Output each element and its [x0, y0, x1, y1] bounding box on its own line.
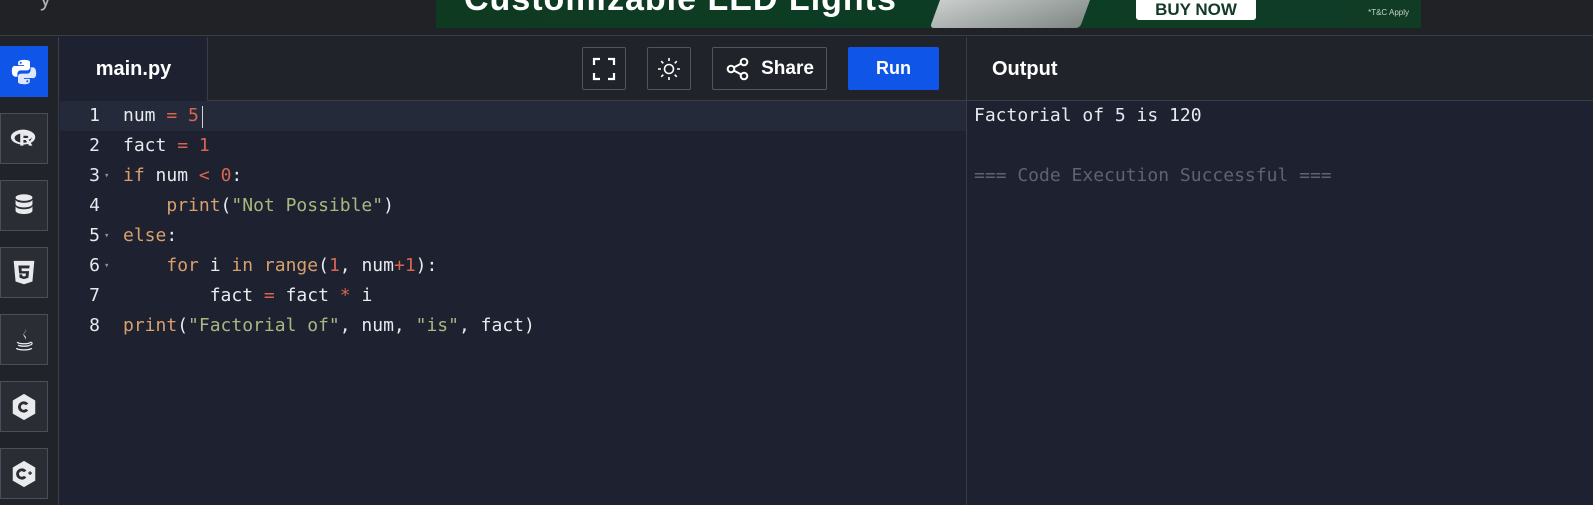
share-icon — [726, 57, 749, 80]
editor-toolbar: main.py Share Run — [60, 37, 966, 101]
code-line-3: 3 ▾ if num < 0: — [60, 161, 966, 191]
line-number: 7 — [89, 285, 100, 306]
c-language-button[interactable] — [0, 381, 48, 432]
code-text[interactable]: print("Factorial of", num, "is", fact) — [123, 311, 535, 341]
line-number: 8 — [89, 315, 100, 336]
r-language-icon — [10, 129, 36, 146]
ad-banner[interactable]: Customizable LED Lights BUY NOW *T&C App… — [436, 0, 1421, 28]
c-language-icon — [12, 393, 36, 420]
fold-marker[interactable]: ▾ — [104, 251, 114, 281]
cpp-language-button[interactable] — [0, 448, 48, 499]
python-language-button[interactable] — [0, 46, 48, 97]
ad-headline: Customizable LED Lights — [464, 0, 897, 19]
cpp-language-icon — [12, 460, 36, 487]
app-root: y Customizable LED Lights BUY NOW *T&C A… — [0, 0, 1593, 505]
python-icon — [11, 59, 37, 84]
ad-buy-now-button[interactable]: BUY NOW — [1136, 0, 1256, 20]
line-number: 6 — [89, 255, 100, 276]
line-number: 3 — [89, 165, 100, 186]
file-tab-main-py[interactable]: main.py — [60, 37, 208, 101]
sql-language-button[interactable] — [0, 180, 48, 231]
code-text[interactable]: for i in range(1, num+1): — [123, 251, 437, 281]
ad-terms: *T&C Apply — [1368, 8, 1409, 17]
output-header: Output — [966, 37, 1593, 101]
share-button[interactable]: Share — [712, 47, 827, 90]
line-number: 1 — [89, 105, 100, 126]
code-line-2: 2 fact = 1 — [60, 131, 966, 161]
code-text[interactable]: else: — [123, 221, 177, 251]
r-language-button[interactable] — [0, 113, 48, 164]
html5-icon — [13, 260, 35, 284]
fold-marker[interactable]: ▾ — [104, 221, 114, 251]
output-console[interactable]: Factorial of 5 is 120 === Code Execution… — [966, 101, 1593, 505]
output-status-line: === Code Execution Successful === — [974, 165, 1332, 186]
code-text[interactable]: num = 5 — [123, 101, 199, 131]
html-language-button[interactable] — [0, 247, 48, 298]
text-cursor — [202, 106, 203, 128]
sun-icon — [658, 57, 680, 80]
code-line-1: 1 num = 5 — [60, 101, 966, 131]
output-title: Output — [992, 58, 1058, 80]
line-number: 5 — [89, 225, 100, 246]
database-icon — [15, 193, 33, 214]
language-sidebar — [0, 37, 59, 505]
java-icon — [15, 328, 33, 351]
theme-toggle-button[interactable] — [647, 47, 691, 90]
line-number: 4 — [89, 195, 100, 216]
code-text[interactable]: fact = fact * i — [123, 281, 373, 311]
line-number: 2 — [89, 135, 100, 156]
top-banner: y Customizable LED Lights BUY NOW *T&C A… — [0, 0, 1593, 36]
code-line-7: 7 fact = fact * i — [60, 281, 966, 311]
code-editor[interactable]: 1 num = 5 2 fact = 1 3 ▾ if num < 0: 4 p… — [60, 101, 966, 505]
code-text[interactable]: if num < 0: — [123, 161, 242, 191]
run-button[interactable]: Run — [848, 47, 939, 90]
code-line-5: 5 ▾ else: — [60, 221, 966, 251]
share-label: Share — [761, 57, 814, 79]
code-text[interactable]: fact = 1 — [123, 131, 210, 161]
output-result-line: Factorial of 5 is 120 — [974, 105, 1202, 126]
fullscreen-icon — [592, 57, 616, 80]
code-line-4: 4 print("Not Possible") — [60, 191, 966, 221]
fold-marker[interactable]: ▾ — [104, 161, 114, 191]
fullscreen-button[interactable] — [582, 47, 626, 90]
java-language-button[interactable] — [0, 314, 48, 365]
banner-cropped-text: y — [40, 0, 51, 12]
ad-product-image — [929, 0, 1093, 28]
code-line-6: 6 ▾ for i in range(1, num+1): — [60, 251, 966, 281]
code-line-8: 8 print("Factorial of", num, "is", fact) — [60, 311, 966, 341]
code-text[interactable]: print("Not Possible") — [123, 191, 394, 221]
